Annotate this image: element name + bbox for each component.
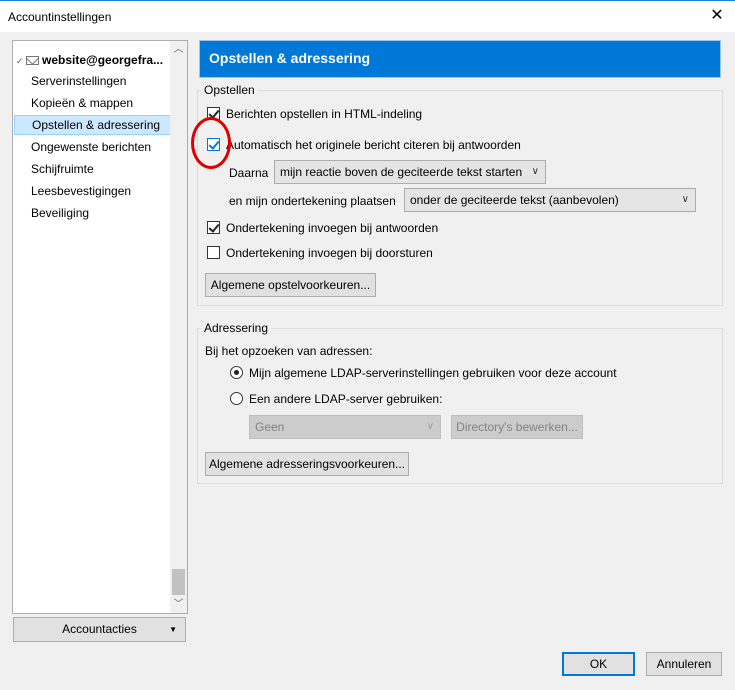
addressing-legend: Adressering: [201, 321, 272, 335]
scroll-down-icon[interactable]: ﹀: [170, 596, 187, 613]
quote-original-option[interactable]: Automatisch het originele bericht citere…: [207, 138, 521, 152]
sidebar-item-label: Kopieën & mappen: [31, 96, 134, 110]
title-bar: Accountinstellingen ✕: [0, 0, 735, 32]
page-title: Opstellen & adressering: [199, 40, 721, 78]
ldap-server-value: Geen: [255, 420, 285, 434]
sig-forward-label: Ondertekening invoegen bij doorsturen: [226, 246, 433, 260]
close-icon[interactable]: ✕: [707, 6, 727, 26]
compose-legend: Opstellen: [201, 83, 258, 97]
mail-icon: [26, 56, 39, 65]
ldap-global-option[interactable]: Mijn algemene LDAP-serverinstellingen ge…: [230, 366, 617, 380]
sidebar-item-label: Opstellen & adressering: [32, 118, 161, 132]
chevron-down-icon: ∨: [426, 421, 434, 432]
chevron-down-icon: ∨: [681, 194, 689, 205]
sig-forward-checkbox[interactable]: [207, 246, 220, 259]
sidebar-item-server-settings[interactable]: Serverinstellingen: [13, 71, 170, 91]
sidebar-item-composition[interactable]: Opstellen & adressering: [14, 115, 171, 135]
sidebar-item-junk[interactable]: Ongewenste berichten: [13, 137, 170, 157]
sidebar-item-label: Ongewenste berichten: [31, 140, 152, 154]
reply-position-value: mijn reactie boven de geciteerde tekst s…: [280, 165, 523, 179]
signature-place-select[interactable]: onder de geciteerde tekst (aanbevolen) ∨: [404, 188, 696, 212]
sidebar-item-label: Schijfruimte: [31, 162, 94, 176]
sig-reply-label: Ondertekening invoegen bij antwoorden: [226, 221, 439, 235]
account-actions-button[interactable]: Accountacties ▼: [13, 617, 186, 642]
sidebar-item-copies-folders[interactable]: Kopieën & mappen: [13, 93, 170, 113]
quote-original-label: Automatisch het originele bericht citere…: [226, 138, 521, 152]
html-compose-option[interactable]: Berichten opstellen in HTML-indeling: [207, 107, 422, 121]
ldap-other-label: Een andere LDAP-server gebruiken:: [249, 392, 443, 406]
ldap-server-select[interactable]: Geen ∨: [249, 415, 441, 439]
sidebar-item-security[interactable]: Beveiliging: [13, 203, 170, 223]
ok-button[interactable]: OK: [562, 652, 635, 676]
sidebar-item-disk-space[interactable]: Schijfruimte: [13, 159, 170, 179]
addressing-prefs-button[interactable]: Algemene adresseringsvoorkeuren...: [205, 452, 409, 476]
account-label: website@georgefra...: [42, 53, 164, 67]
ldap-other-radio[interactable]: [230, 392, 243, 405]
scroll-up-icon[interactable]: ︿: [170, 41, 187, 58]
sig-reply-checkbox[interactable]: [207, 221, 220, 234]
sig-reply-option[interactable]: Ondertekening invoegen bij antwoorden: [207, 221, 438, 235]
chevron-down-icon[interactable]: ✓: [16, 51, 26, 70]
sidebar-item-receipts[interactable]: Leesbevestigingen: [13, 181, 170, 201]
edit-directories-button[interactable]: Directory's bewerken...: [451, 415, 583, 439]
scrollbar-thumb[interactable]: [172, 569, 185, 595]
html-compose-label: Berichten opstellen in HTML-indeling: [226, 107, 423, 121]
cancel-button[interactable]: Annuleren: [646, 652, 722, 676]
annotation-circle: [191, 117, 231, 169]
sig-forward-option[interactable]: Ondertekening invoegen bij doorsturen: [207, 246, 433, 260]
window-title: Accountinstellingen: [8, 10, 112, 24]
lookup-label: Bij het opzoeken van adressen:: [205, 344, 373, 358]
tree-account[interactable]: ✓ website@georgefra...: [13, 50, 170, 70]
tree-scrollbar[interactable]: ︿ ﹀: [170, 41, 187, 613]
chevron-down-icon: ∨: [531, 166, 539, 177]
sidebar-item-label: Serverinstellingen: [31, 74, 127, 88]
ldap-global-radio[interactable]: [230, 366, 243, 379]
dropdown-arrow-icon: ▼: [169, 625, 177, 634]
reply-position-select[interactable]: mijn reactie boven de geciteerde tekst s…: [274, 160, 546, 184]
signature-place-value: onder de geciteerde tekst (aanbevolen): [410, 193, 619, 207]
signature-place-label: en mijn ondertekening plaatsen: [229, 194, 396, 208]
account-actions-label: Accountacties: [62, 622, 137, 636]
ldap-global-label: Mijn algemene LDAP-serverinstellingen ge…: [249, 366, 617, 380]
account-tree[interactable]: ✓ website@georgefra... Serverinstellingen…: [12, 40, 188, 614]
ldap-other-option[interactable]: Een andere LDAP-server gebruiken:: [230, 392, 442, 406]
sidebar-item-label: Beveiliging: [31, 206, 90, 220]
compose-prefs-button[interactable]: Algemene opstelvoorkeuren...: [205, 273, 376, 297]
sidebar-item-label: Leesbevestigingen: [31, 184, 132, 198]
then-label: Daarna: [229, 166, 269, 180]
